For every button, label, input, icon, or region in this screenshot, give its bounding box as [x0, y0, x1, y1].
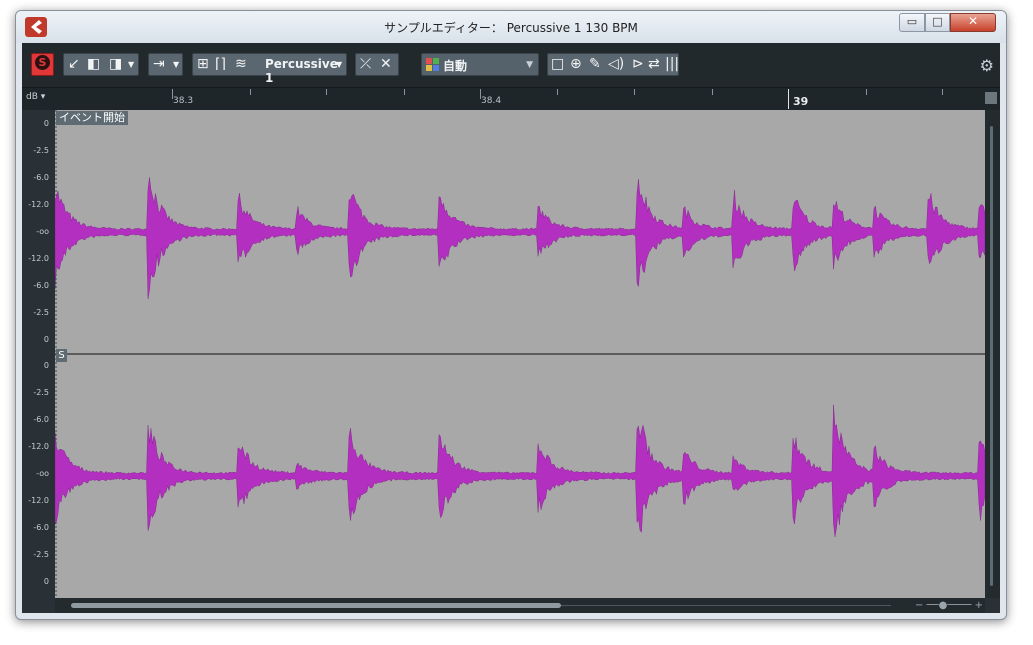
grid-color-icon [426, 58, 439, 71]
scale-label: 0 [43, 361, 49, 370]
ruler-tick [712, 89, 713, 95]
chevron-down-icon[interactable]: ▼ [336, 56, 342, 73]
waveform-channel-left [55, 177, 985, 300]
scale-label: -6.0 [33, 173, 49, 182]
ruler-tick [250, 89, 251, 95]
waveform-canvas[interactable] [55, 110, 985, 598]
minimize-button[interactable]: ▭ [899, 13, 925, 32]
mode-select[interactable]: 自動 ▼ [421, 53, 539, 76]
scale-label: -12.0 [28, 442, 49, 451]
bars-icon[interactable]: ||| [665, 56, 679, 73]
scale-label: -2.5 [33, 388, 49, 397]
scale-label: -6.0 [33, 523, 49, 532]
maximize-button[interactable]: □ [925, 13, 950, 32]
scale-label: -2.5 [33, 308, 49, 317]
snap-icon[interactable]: ⊞ [197, 56, 209, 73]
warp-icon[interactable]: ⤫ [360, 56, 371, 73]
chevron-down-icon: ▼ [526, 60, 533, 70]
ruler-position-label: 39 [793, 95, 809, 108]
scale-label: -oo [36, 469, 49, 478]
editor-body: S ↙ ◧ ◨ ▼ ⇥ ▼ ⊞ ⌈⌉ ≋ Percussive 1 ▼ ⤫ ✕ [22, 43, 1000, 613]
waveform-channel-right [55, 404, 985, 537]
solo-icon: S [35, 55, 50, 70]
title-bar[interactable]: サンプルエディター： Percussive 1 130 BPM ▭ □ ✕ [16, 11, 1006, 43]
tools-group: □ ⊕ ✎ ◁) ⊳ ⇄ ||| [547, 53, 679, 76]
clip-group: ⊞ ⌈⌉ ≋ Percussive 1 ▼ [192, 53, 347, 85]
window-title: サンプルエディター： Percussive 1 130 BPM [384, 21, 638, 35]
ruler-tick [942, 89, 943, 95]
ruler-position-label: 38.3 [173, 96, 194, 106]
close-icon: ✕ [967, 14, 979, 28]
zoom-slider[interactable]: − ──●──── + [915, 600, 983, 611]
zoom-out-icon[interactable]: − [915, 600, 923, 611]
scale-label: -2.5 [33, 550, 49, 559]
scale-label: 0 [43, 577, 49, 586]
close-button[interactable]: ✕ [950, 13, 996, 32]
timeline-ruler[interactable]: 38.3 38.4 39 [22, 88, 1000, 110]
insert-icon: ⇥ [153, 56, 165, 72]
ruler-tick [557, 89, 558, 95]
db-scale: 0 -2.5 -6.0 -12.0 -oo -12.0 -6.0 -2.5 0 … [22, 110, 55, 598]
scale-label: -oo [36, 227, 49, 236]
chevron-down-icon: ▼ [173, 60, 180, 69]
chevron-down-icon[interactable]: ▼ [128, 56, 134, 73]
play-icon[interactable]: ⊳ [632, 56, 644, 73]
select-icon[interactable]: □ [551, 56, 564, 73]
ruler-menu-button[interactable] [985, 92, 997, 104]
sync-marker[interactable]: S [56, 349, 67, 362]
insert-menu-button[interactable]: ⇥ ▼ [148, 53, 183, 76]
toolbar: S ↙ ◧ ◨ ▼ ⇥ ▼ ⊞ ⌈⌉ ≋ Percussive 1 ▼ ⤫ ✕ [22, 43, 1000, 88]
ruler-tick [404, 89, 405, 95]
ruler-tick [326, 89, 327, 95]
warp-group: ⤫ ✕ [355, 53, 399, 76]
ruler-position-label: 38.4 [481, 96, 502, 106]
scale-label: -12.0 [28, 496, 49, 505]
event-start-marker[interactable]: イベント開始 [56, 111, 128, 125]
speaker-icon[interactable]: ◁) [608, 56, 624, 73]
scale-label: 0 [43, 119, 49, 128]
pencil-icon[interactable]: ✎ [589, 56, 601, 73]
scale-label: -6.0 [33, 415, 49, 424]
view-buttons-group: ↙ ◧ ◨ ▼ [63, 53, 139, 76]
loop-icon[interactable]: ⇄ [648, 56, 660, 73]
db-label: dB [26, 92, 38, 102]
sample-editor-window: サンプルエディター： Percussive 1 130 BPM ▭ □ ✕ S … [15, 10, 1007, 620]
scale-label: 0 [43, 335, 49, 344]
ruler-tick [866, 89, 867, 95]
mode-select-value: 自動 [443, 59, 468, 73]
scale-label: -12.0 [28, 200, 49, 209]
arrow-in-icon[interactable]: ↙ [68, 56, 80, 73]
ruler-tick [634, 89, 635, 95]
crossfade-icon[interactable]: ✕ [380, 56, 392, 73]
db-scale-menu[interactable]: dB ▾ [26, 92, 45, 102]
vertical-scroll-thumb[interactable] [990, 126, 993, 586]
minimize-icon: ▭ [906, 15, 918, 28]
scale-label: -2.5 [33, 146, 49, 155]
zoom-in-icon[interactable]: + [975, 600, 983, 611]
horizontal-scroll-track [561, 605, 891, 606]
layers-icon[interactable]: ≋ [235, 56, 247, 73]
horizontal-scrollbar[interactable]: − ──●──── + [55, 598, 985, 613]
horizontal-scroll-thumb[interactable] [71, 603, 561, 608]
panel-left-icon[interactable]: ◧ [87, 56, 100, 73]
clip-name[interactable]: Percussive 1 [265, 57, 346, 85]
scale-label: -12.0 [28, 254, 49, 263]
vertical-scrollbar[interactable] [985, 110, 1000, 598]
ruler-tick [788, 89, 789, 109]
solo-button[interactable]: S [31, 53, 54, 76]
panel-right-icon[interactable]: ◨ [109, 56, 122, 73]
scale-label: -6.0 [33, 281, 49, 290]
zoom-icon[interactable]: ⊕ [570, 56, 582, 73]
maximize-icon: □ [932, 15, 943, 28]
gear-icon[interactable]: ⚙ [980, 56, 994, 75]
marker-icon[interactable]: ⌈⌉ [215, 56, 226, 73]
